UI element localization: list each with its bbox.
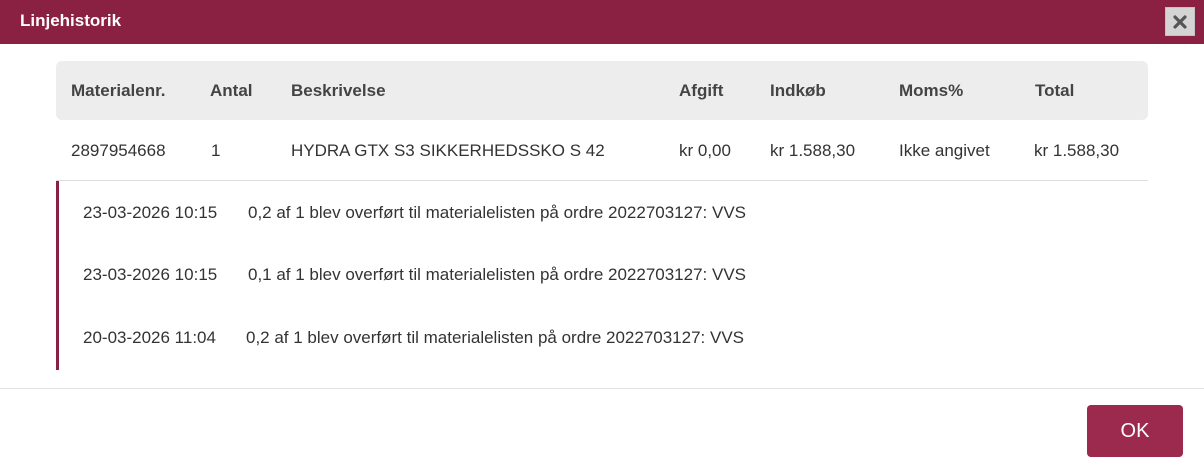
history-date: 20-03-2026 11:04: [83, 328, 216, 347]
header-afgift: Afgift: [679, 81, 724, 100]
header-indkob: Indkøb: [770, 81, 826, 100]
cell-moms: Ikke angivet: [899, 141, 990, 160]
cell-materialenr: 2897954668: [71, 141, 166, 160]
dialog-titlebar: Linjehistorik: [0, 0, 1204, 44]
header-materialenr: Materialenr.: [71, 81, 166, 100]
history-text: 0,1 af 1 blev overført til materialelist…: [248, 265, 747, 284]
close-button[interactable]: [1165, 7, 1195, 36]
history-date: 23-03-2026 10:15: [83, 203, 218, 222]
cell-indkob: kr 1.588,30: [770, 141, 856, 160]
ok-button[interactable]: OK: [1087, 405, 1183, 457]
history-text: 0,2 af 1 blev overført til materialelist…: [246, 328, 745, 347]
dialog-title: Linjehistorik: [20, 11, 122, 30]
cell-antal: 1: [211, 141, 221, 160]
header-beskrivelse: Beskrivelse: [291, 81, 386, 100]
cell-total: kr 1.588,30: [1034, 141, 1120, 160]
header-antal: Antal: [210, 81, 253, 100]
header-moms: Moms%: [899, 81, 964, 100]
cell-beskrivelse: HYDRA GTX S3 SIKKERHEDSSKO S 42: [291, 141, 605, 160]
history-text: 0,2 af 1 blev overført til materialelist…: [248, 203, 747, 222]
footer-divider: [0, 388, 1204, 389]
close-x-icon: [1173, 14, 1187, 29]
header-total: Total: [1035, 81, 1075, 100]
history-date: 23-03-2026 10:15: [83, 265, 218, 284]
cell-afgift: kr 0,00: [679, 141, 731, 160]
